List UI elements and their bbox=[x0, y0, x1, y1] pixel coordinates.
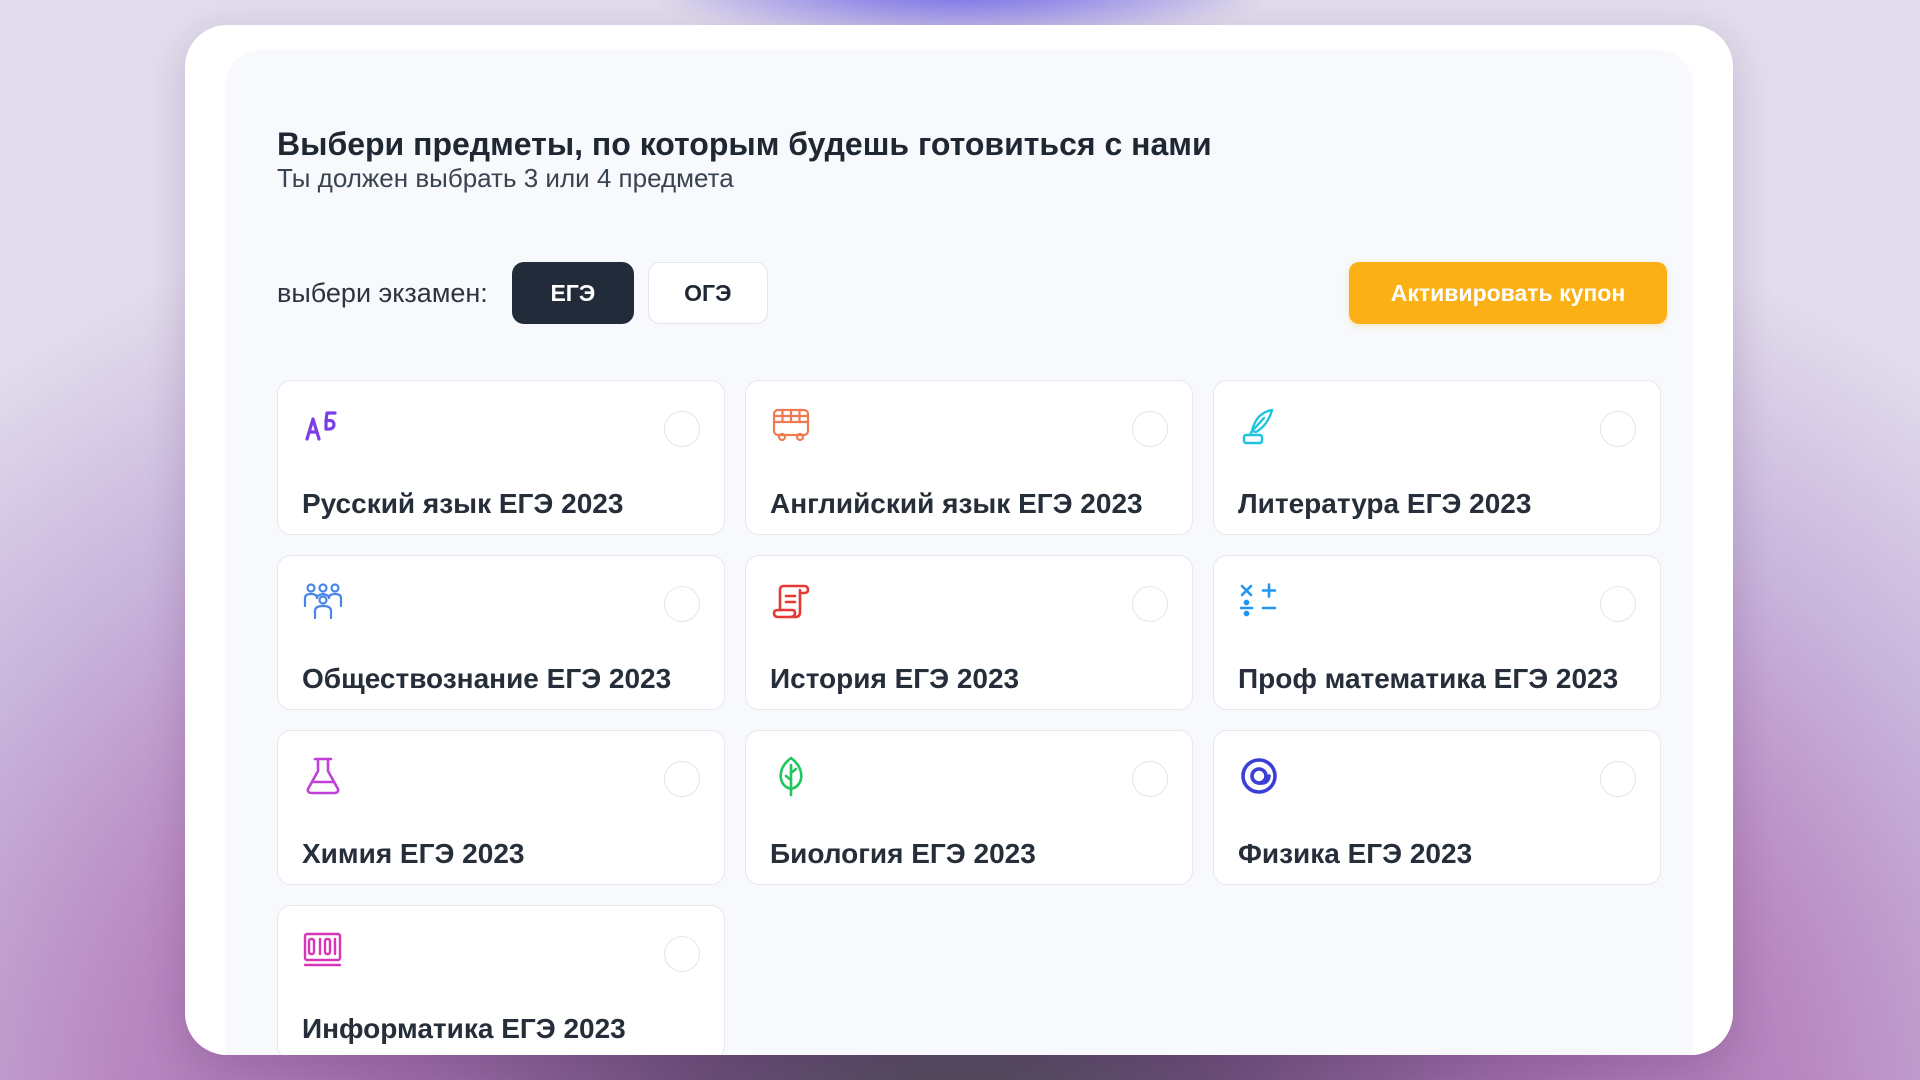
subject-label: Русский язык ЕГЭ 2023 bbox=[302, 488, 624, 519]
subject-label: Проф математика ЕГЭ 2023 bbox=[1238, 663, 1619, 694]
binary-screen-icon bbox=[302, 930, 344, 972]
flask-icon bbox=[302, 755, 344, 797]
subject-radio[interactable] bbox=[664, 586, 700, 622]
quill-icon bbox=[1238, 405, 1280, 447]
subject-label: Физика ЕГЭ 2023 bbox=[1238, 838, 1473, 869]
subject-label: Биология ЕГЭ 2023 bbox=[770, 838, 1036, 869]
subject-label: Литература ЕГЭ 2023 bbox=[1238, 488, 1532, 519]
activate-coupon-button[interactable]: Активировать купон bbox=[1349, 262, 1667, 324]
subject-card-social-studies[interactable]: Обществознание ЕГЭ 2023 bbox=[277, 555, 725, 710]
subject-label: Обществознание ЕГЭ 2023 bbox=[302, 663, 672, 694]
subject-label: Химия ЕГЭ 2023 bbox=[302, 838, 525, 869]
alphabet-icon bbox=[302, 405, 344, 447]
subject-card-history[interactable]: История ЕГЭ 2023 bbox=[745, 555, 1193, 710]
subject-radio[interactable] bbox=[664, 411, 700, 447]
main-panel: Выбери предметы, по которым будешь готов… bbox=[225, 50, 1693, 1055]
atom-icon bbox=[1238, 755, 1280, 797]
app-window: Выбери предметы, по которым будешь готов… bbox=[185, 25, 1733, 1055]
scroll-icon bbox=[770, 580, 812, 622]
subject-label: История ЕГЭ 2023 bbox=[770, 663, 1020, 694]
subject-label: Информатика ЕГЭ 2023 bbox=[302, 1013, 626, 1044]
subject-card-russian[interactable]: Русский язык ЕГЭ 2023 bbox=[277, 380, 725, 535]
subject-card-english[interactable]: Английский язык ЕГЭ 2023 bbox=[745, 380, 1193, 535]
subject-radio[interactable] bbox=[1132, 761, 1168, 797]
subject-radio[interactable] bbox=[664, 936, 700, 972]
subject-radio[interactable] bbox=[1132, 411, 1168, 447]
subject-card-chemistry[interactable]: Химия ЕГЭ 2023 bbox=[277, 730, 725, 885]
subject-label: Английский язык ЕГЭ 2023 bbox=[770, 488, 1143, 519]
people-icon bbox=[302, 580, 344, 622]
subject-card-informatics[interactable]: Информатика ЕГЭ 2023 bbox=[277, 905, 725, 1055]
subject-card-biology[interactable]: Биология ЕГЭ 2023 bbox=[745, 730, 1193, 885]
subject-radio[interactable] bbox=[664, 761, 700, 797]
subject-card-physics[interactable]: Физика ЕГЭ 2023 bbox=[1213, 730, 1661, 885]
exam-option-oge[interactable]: ОГЭ bbox=[647, 262, 768, 324]
content: Выбери предметы, по которым будешь готов… bbox=[277, 125, 1667, 1055]
exam-selector-label: выбери экзамен: bbox=[277, 277, 488, 308]
leaf-icon bbox=[770, 755, 812, 797]
subject-radio[interactable] bbox=[1600, 586, 1636, 622]
exam-option-ege[interactable]: ЕГЭ bbox=[511, 262, 634, 324]
subject-radio[interactable] bbox=[1600, 411, 1636, 447]
exam-selector-row: выбери экзамен: ЕГЭ ОГЭ Активировать куп… bbox=[277, 262, 1667, 324]
page-subtitle: Ты должен выбрать 3 или 4 предмета bbox=[277, 163, 734, 193]
math-operators-icon bbox=[1238, 580, 1280, 622]
subject-card-math[interactable]: Проф математика ЕГЭ 2023 bbox=[1213, 555, 1661, 710]
subjects-grid: Русский язык ЕГЭ 2023 Английский язык ЕГ… bbox=[277, 380, 1667, 1055]
subject-radio[interactable] bbox=[1132, 586, 1168, 622]
page-title: Выбери предметы, по которым будешь готов… bbox=[277, 126, 1212, 162]
subject-card-literature[interactable]: Литература ЕГЭ 2023 bbox=[1213, 380, 1661, 535]
subject-radio[interactable] bbox=[1600, 761, 1636, 797]
bus-icon bbox=[770, 405, 812, 447]
